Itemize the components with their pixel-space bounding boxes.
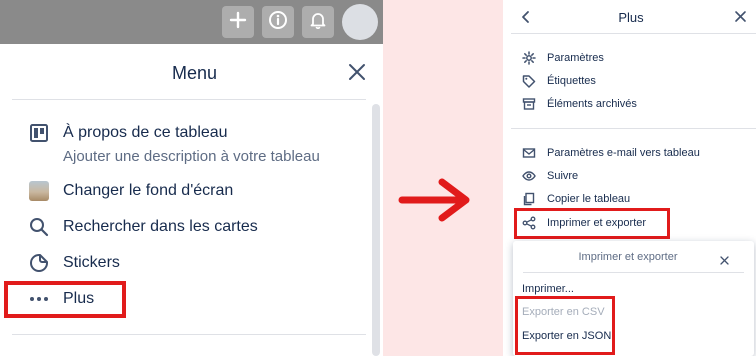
menu-bottom-divider <box>12 334 366 335</box>
print-option[interactable]: Imprimer... <box>522 283 574 295</box>
avatar[interactable] <box>342 4 378 40</box>
eye-icon <box>522 169 536 183</box>
notifications-button[interactable] <box>302 6 334 38</box>
menu-item-about[interactable]: À propos de ce tableau <box>28 118 368 148</box>
menu-item-watch[interactable]: Suivre <box>522 166 578 186</box>
menu-item-archived[interactable]: Éléments archivés <box>522 94 637 114</box>
menu-item-label: À propos de ce tableau <box>63 124 228 141</box>
close-menu-button[interactable] <box>347 62 367 82</box>
more-panel-title: Plus <box>618 10 644 25</box>
highlight-print-export-box <box>514 208 670 239</box>
add-button[interactable] <box>222 6 254 38</box>
menu-title: Menu <box>171 63 218 83</box>
close-icon <box>734 10 747 27</box>
menu-item-label: Changer le fond d'écran <box>63 182 234 199</box>
highlight-more-box <box>4 281 126 318</box>
menu-item-label: Paramètres e-mail vers tableau <box>547 147 700 159</box>
close-icon <box>347 64 367 86</box>
more-panel-header: Plus <box>503 0 756 32</box>
menu-item-copy-board[interactable]: Copier le tableau <box>522 189 630 209</box>
bell-icon <box>309 11 327 34</box>
board-icon <box>28 122 50 144</box>
right-arrow-icon <box>398 178 474 222</box>
highlight-export-box <box>515 296 615 355</box>
menu-item-stickers[interactable]: Stickers <box>28 248 368 278</box>
menu-divider <box>12 99 366 100</box>
menu-header: Menu <box>0 44 383 100</box>
more-panel: Plus Paramètres Étiquettes Éléments arch… <box>503 0 756 356</box>
menu-item-email-to-board[interactable]: Paramètres e-mail vers tableau <box>522 143 700 163</box>
gear-icon <box>522 51 536 65</box>
menu-item-label: Copier le tableau <box>547 193 631 205</box>
close-icon <box>720 252 729 269</box>
more-panel-divider <box>511 33 756 34</box>
background-thumbnail <box>28 180 50 202</box>
menu-panel: Menu À propos de ce tableau Ajouter une … <box>0 0 383 356</box>
close-more-button[interactable] <box>734 10 747 23</box>
copy-icon <box>522 192 536 206</box>
email-icon <box>522 146 536 160</box>
popover-divider <box>523 272 744 273</box>
menu-item-label: Paramètres <box>547 52 604 64</box>
info-icon <box>268 10 288 35</box>
menu-item-search-cards[interactable]: Rechercher dans les cartes <box>28 212 368 242</box>
label-icon <box>522 74 536 88</box>
sticker-icon <box>28 252 50 274</box>
popover-title: Imprimer et exporter <box>578 251 678 263</box>
menu-item-label: Rechercher dans les cartes <box>63 218 258 235</box>
more-panel-divider <box>511 128 756 129</box>
info-button[interactable] <box>262 6 294 38</box>
menu-item-change-background[interactable]: Changer le fond d'écran <box>28 176 368 206</box>
menu-item-label: Stickers <box>63 254 120 271</box>
menu-item-about-description[interactable]: Ajouter une description à votre tableau <box>63 148 320 165</box>
close-popover-button[interactable] <box>720 252 729 265</box>
menu-item-settings[interactable]: Paramètres <box>522 48 604 68</box>
menu-item-labels[interactable]: Étiquettes <box>522 71 596 91</box>
menu-item-label: Suivre <box>547 170 579 182</box>
archive-icon <box>522 97 536 111</box>
search-icon <box>28 216 50 238</box>
plus-icon <box>229 11 247 34</box>
menu-scrollbar[interactable] <box>372 104 380 356</box>
board-header-bar <box>0 0 383 44</box>
menu-item-label: Éléments archivés <box>547 98 637 110</box>
menu-item-label: Étiquettes <box>547 75 596 87</box>
